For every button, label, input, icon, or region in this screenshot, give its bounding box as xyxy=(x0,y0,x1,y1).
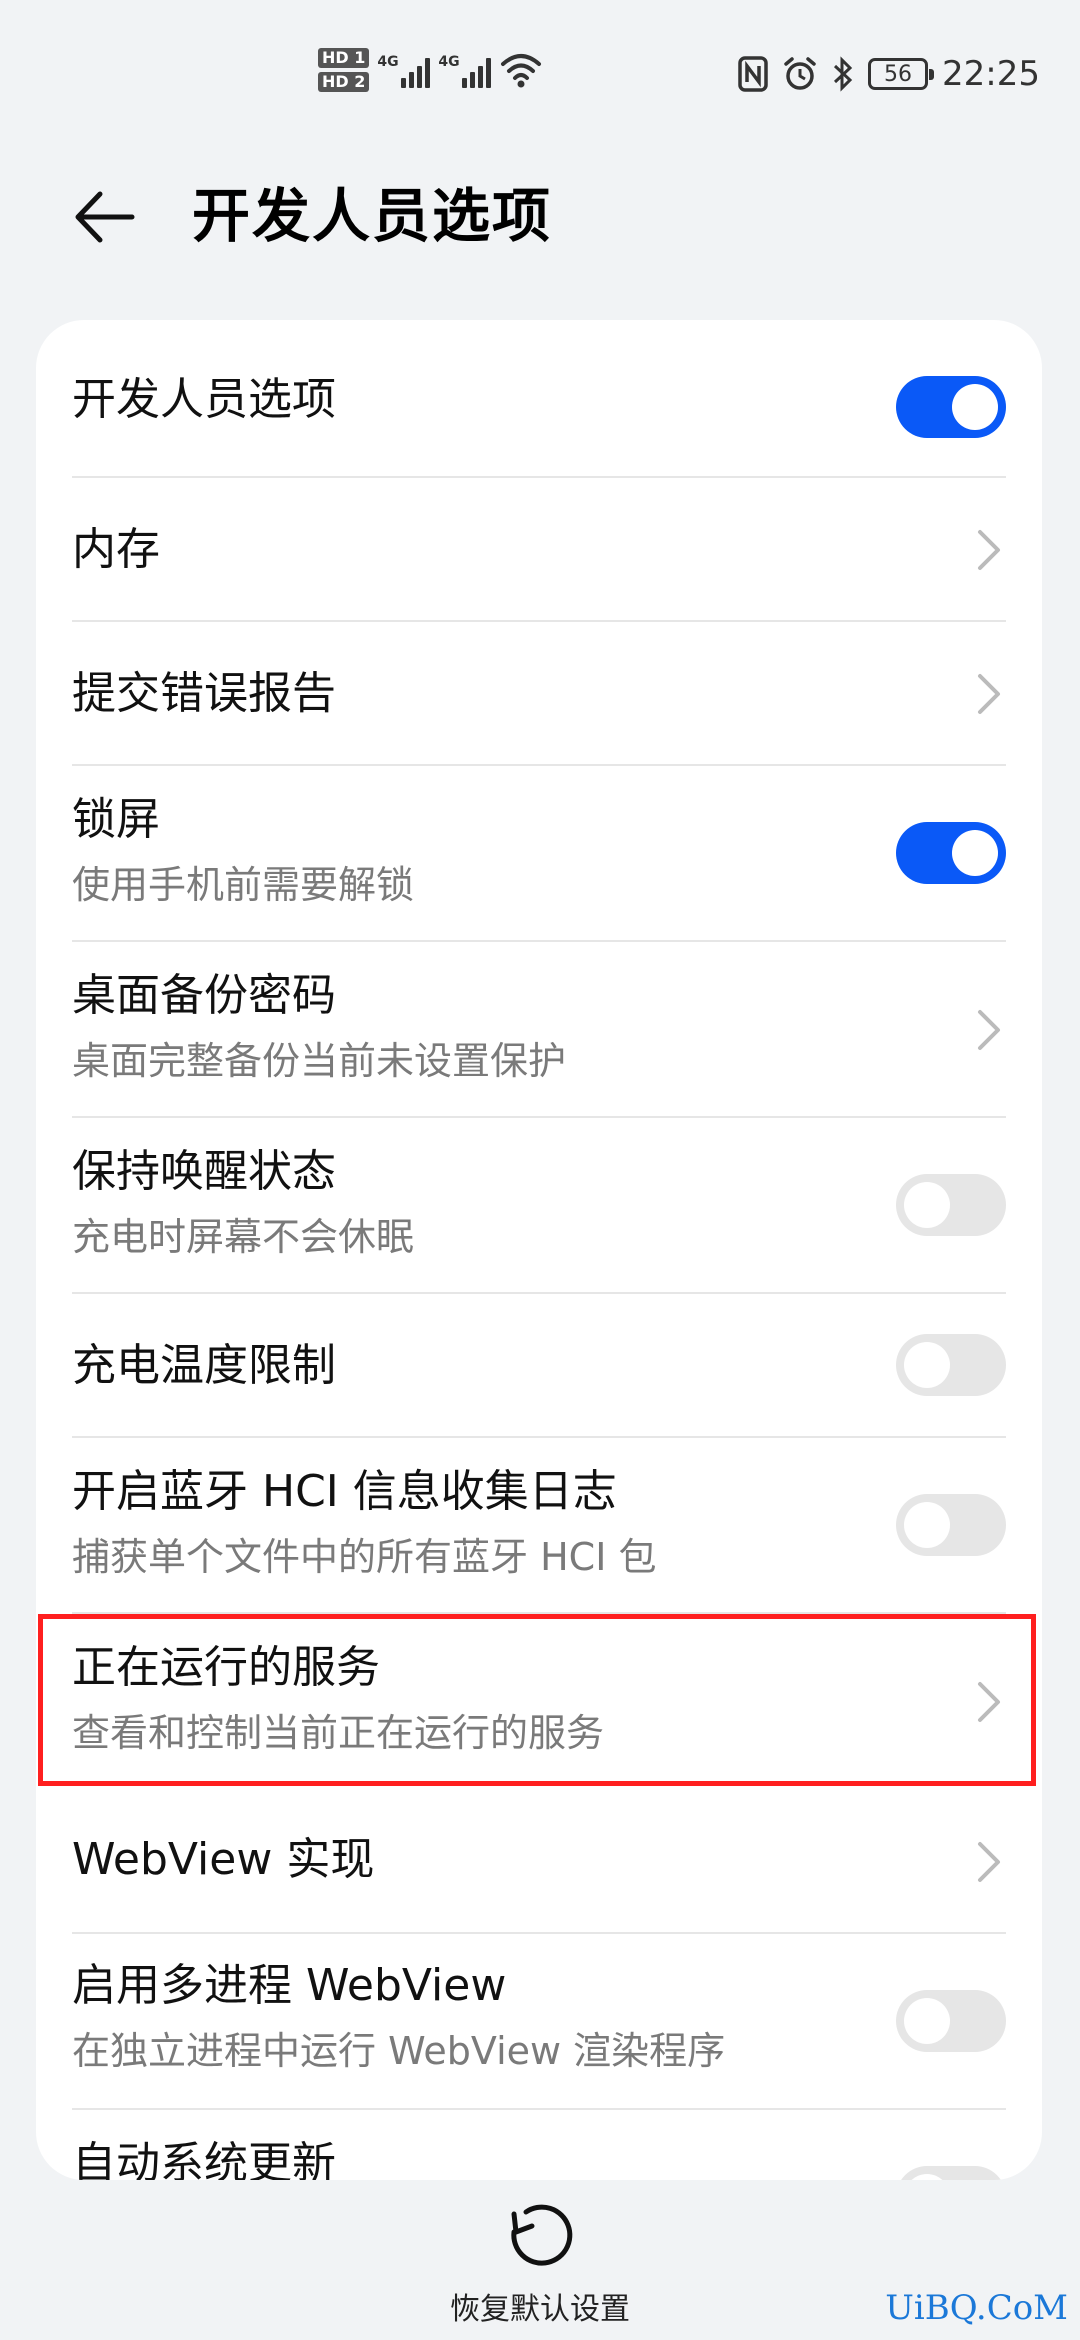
row-title: 提交错误报告 xyxy=(72,668,336,719)
battery-icon: 56 xyxy=(868,58,935,90)
reset-defaults-label: 恢复默认设置 xyxy=(450,2292,630,2327)
row-subtitle: 使用手机前需要解锁 xyxy=(72,863,415,907)
auto-update-toggle[interactable] xyxy=(896,2166,1006,2180)
row-subtitle: 捕获单个文件中的所有蓝牙 HCI 包 xyxy=(72,1535,657,1579)
row-title: 启用多进程 WebView xyxy=(72,1960,507,2011)
row-title: 桌面备份密码 xyxy=(72,970,336,1021)
reset-defaults-button[interactable]: 恢复默认设置 xyxy=(430,2200,650,2330)
row-title: 开发人员选项 xyxy=(72,374,336,425)
row-bug-report[interactable]: 提交错误报告 xyxy=(72,622,1006,766)
back-arrow-icon[interactable] xyxy=(70,182,140,252)
chevron-right-icon xyxy=(978,530,1000,570)
page-title: 开发人员选项 xyxy=(192,182,553,250)
bluetooth-hci-toggle[interactable] xyxy=(896,1494,1006,1556)
reset-icon xyxy=(511,2204,573,2266)
row-charging-temp-limit[interactable]: 充电温度限制 xyxy=(72,1294,1006,1438)
highlight-box xyxy=(38,1614,1036,1786)
row-auto-system-update[interactable]: 自动系统更新 xyxy=(72,2110,1006,2180)
row-subtitle: 充电时屏幕不会休眠 xyxy=(72,1215,415,1259)
clock: 22:25 xyxy=(942,54,1040,94)
title-bar: 开发人员选项 xyxy=(0,170,1080,260)
row-title: 自动系统更新 xyxy=(72,2138,336,2180)
row-title: 保持唤醒状态 xyxy=(72,1146,336,1197)
alarm-icon xyxy=(784,57,816,90)
hd1-badge: HD 1 xyxy=(318,48,370,68)
bluetooth-icon xyxy=(833,56,853,92)
network-indicators: HD 1 HD 2 4G 4G xyxy=(318,48,543,92)
row-lock-screen[interactable]: 锁屏 使用手机前需要解锁 xyxy=(72,766,1006,942)
row-subtitle: 在独立进程中运行 WebView 渲染程序 xyxy=(72,2029,726,2073)
hd-badges: HD 1 HD 2 xyxy=(318,48,370,92)
row-title: WebView 实现 xyxy=(72,1834,375,1885)
battery-level: 56 xyxy=(884,61,913,87)
row-webview-implementation[interactable]: WebView 实现 xyxy=(72,1790,1006,1934)
settings-card: 开发人员选项 内存 提交错误报告 锁屏 使用手机前需要解锁 桌面备份密码 桌面完… xyxy=(36,320,1042,2180)
nfc-icon xyxy=(738,56,768,92)
hd2-badge: HD 2 xyxy=(318,72,370,92)
signal-1-icon: 4G xyxy=(377,52,431,88)
row-developer-options[interactable]: 开发人员选项 xyxy=(72,320,1006,478)
multiprocess-webview-toggle[interactable] xyxy=(896,1990,1006,2052)
stay-awake-toggle[interactable] xyxy=(896,1174,1006,1236)
lock-screen-toggle[interactable] xyxy=(896,822,1006,884)
wifi-icon xyxy=(501,54,542,88)
system-indicators: 56 22:25 xyxy=(738,54,1040,94)
row-memory[interactable]: 内存 xyxy=(72,478,1006,622)
charging-temp-toggle[interactable] xyxy=(896,1334,1006,1396)
row-backup-password[interactable]: 桌面备份密码 桌面完整备份当前未设置保护 xyxy=(72,942,1006,1118)
watermark: UiBQ.CoM xyxy=(885,2288,1068,2328)
row-title: 充电温度限制 xyxy=(72,1340,336,1391)
row-subtitle: 桌面完整备份当前未设置保护 xyxy=(72,1039,567,1083)
status-bar: HD 1 HD 2 4G 4G 56 22:25 xyxy=(0,0,1080,150)
chevron-right-icon xyxy=(978,674,1000,714)
chevron-right-icon xyxy=(978,1010,1000,1050)
row-stay-awake[interactable]: 保持唤醒状态 充电时屏幕不会休眠 xyxy=(72,1118,1006,1294)
network-type-1: 4G xyxy=(377,54,399,70)
network-type-2: 4G xyxy=(438,54,460,70)
developer-options-toggle[interactable] xyxy=(896,376,1006,438)
chevron-right-icon xyxy=(978,1842,1000,1882)
row-multiprocess-webview[interactable]: 启用多进程 WebView 在独立进程中运行 WebView 渲染程序 xyxy=(72,1934,1006,2110)
row-title: 内存 xyxy=(72,524,160,575)
row-bluetooth-hci-log[interactable]: 开启蓝牙 HCI 信息收集日志 捕获单个文件中的所有蓝牙 HCI 包 xyxy=(72,1438,1006,1614)
signal-2-icon: 4G xyxy=(438,52,492,88)
row-title: 开启蓝牙 HCI 信息收集日志 xyxy=(72,1466,617,1517)
row-title: 锁屏 xyxy=(72,794,160,845)
